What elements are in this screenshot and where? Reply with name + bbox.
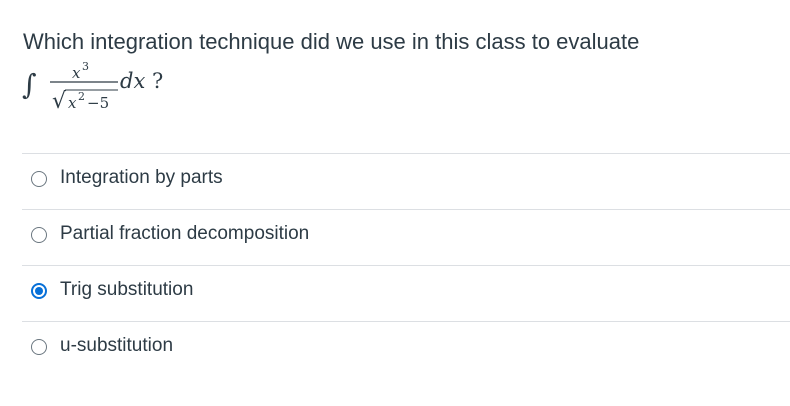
denominator-exponent: 2: [78, 90, 85, 103]
answer-label[interactable]: u-substitution: [60, 334, 173, 358]
answer-option-integration-by-parts[interactable]: Integration by parts: [22, 153, 790, 209]
numerator-exponent: 3: [82, 60, 89, 73]
differential: dx: [120, 69, 145, 93]
radio-button[interactable]: [31, 339, 47, 355]
answer-label[interactable]: Trig substitution: [60, 278, 193, 302]
denominator-rest: −5: [87, 94, 109, 112]
integral-formula-svg: ∫ x 3 √ x 2 −5 dx ?: [22, 60, 163, 114]
denominator-base: x: [68, 94, 77, 112]
integral-sign: ∫: [22, 68, 37, 101]
answer-list: Integration by parts Partial fraction de…: [22, 153, 790, 377]
radical-sign: √: [52, 89, 67, 114]
answer-option-trig-substitution[interactable]: Trig substitution: [22, 265, 790, 321]
answer-label[interactable]: Integration by parts: [60, 166, 223, 190]
radio-button-selected[interactable]: [31, 283, 47, 299]
integral-formula: ∫ x 3 √ x 2 −5 dx ?: [22, 60, 192, 116]
answer-label[interactable]: Partial fraction decomposition: [60, 222, 309, 246]
answer-option-u-substitution[interactable]: u-substitution: [22, 321, 790, 377]
answer-option-partial-fraction-decomposition[interactable]: Partial fraction decomposition: [22, 209, 790, 265]
question-text: Which integration technique did we use i…: [23, 29, 640, 54]
radio-button[interactable]: [31, 171, 47, 187]
question-mark: ?: [152, 69, 163, 93]
radio-button[interactable]: [31, 227, 47, 243]
numerator-base: x: [72, 64, 81, 82]
